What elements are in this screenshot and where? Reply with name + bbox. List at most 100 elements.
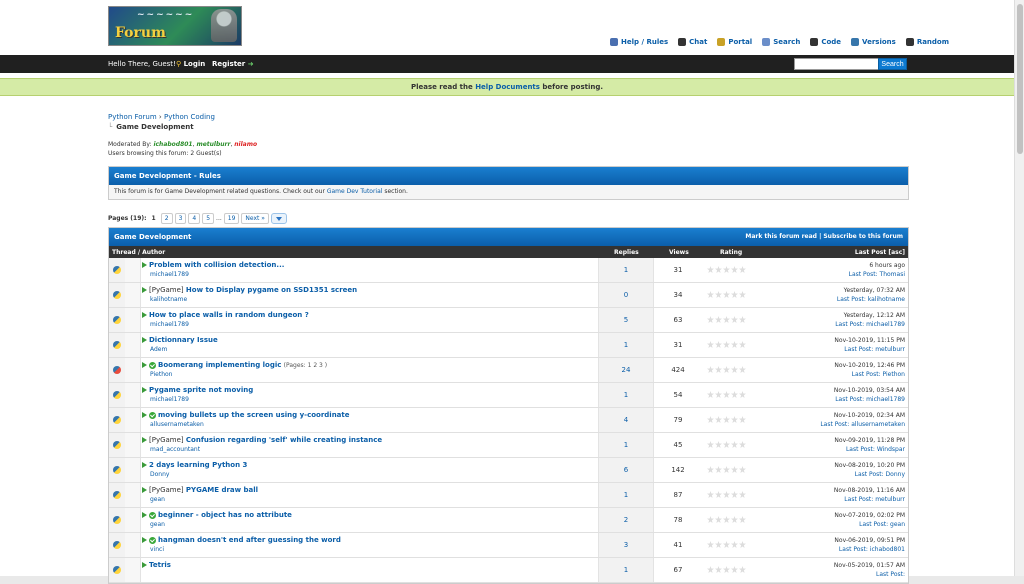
rating-star-icon[interactable] bbox=[715, 416, 722, 423]
new-posts-arrow-icon[interactable] bbox=[142, 462, 147, 468]
last-post-link[interactable]: Last Post: michael1789 bbox=[835, 321, 905, 328]
rating-star-icon[interactable] bbox=[707, 491, 714, 498]
rating-star-icon[interactable] bbox=[731, 516, 738, 523]
page-jump-dropdown-icon[interactable] bbox=[270, 213, 287, 224]
rating-star-icon[interactable] bbox=[707, 441, 714, 448]
last-post-link[interactable]: Last Post: Windspar bbox=[846, 446, 905, 453]
last-post-date[interactable]: Nov-10-2019, 03:54 AM bbox=[834, 387, 905, 394]
rating-star-icon[interactable] bbox=[715, 391, 722, 398]
thread-replies-link[interactable]: 1 bbox=[624, 441, 628, 449]
rating-star-icon[interactable] bbox=[707, 366, 714, 373]
rating-star-icon[interactable] bbox=[731, 441, 738, 448]
nav-search[interactable]: Search bbox=[762, 38, 800, 46]
thread-replies-link[interactable]: 24 bbox=[622, 366, 631, 374]
last-post-date[interactable]: Nov-06-2019, 09:51 PM bbox=[834, 537, 905, 544]
rating-star-icon[interactable] bbox=[731, 541, 738, 548]
rating-star-icon[interactable] bbox=[723, 391, 730, 398]
rating-star-icon[interactable] bbox=[731, 366, 738, 373]
nav-chat[interactable]: Chat bbox=[678, 38, 707, 46]
rating-star-icon[interactable] bbox=[739, 366, 746, 373]
new-posts-arrow-icon[interactable] bbox=[142, 362, 147, 368]
rating-star-icon[interactable] bbox=[731, 266, 738, 273]
last-post-date[interactable]: Nov-07-2019, 02:02 PM bbox=[834, 512, 905, 519]
new-posts-arrow-icon[interactable] bbox=[142, 487, 147, 493]
last-post-link[interactable]: Last Post: allusernametaken bbox=[820, 421, 905, 428]
thread-author-link[interactable]: vinci bbox=[142, 546, 592, 553]
thread-replies-link[interactable]: 1 bbox=[624, 341, 628, 349]
thread-replies-link[interactable]: 1 bbox=[624, 391, 628, 399]
rating-star-icon[interactable] bbox=[723, 341, 730, 348]
thread-title-link[interactable]: Confusion regarding 'self' while creatin… bbox=[186, 436, 382, 444]
thread-title-link[interactable]: How to place walls in random dungeon ? bbox=[149, 311, 309, 319]
thread-pages[interactable]: (Pages: 1 2 3 ) bbox=[284, 362, 327, 369]
new-posts-arrow-icon[interactable] bbox=[142, 387, 147, 393]
last-post-date[interactable]: Nov-10-2019, 11:15 PM bbox=[834, 337, 905, 344]
last-post-date[interactable]: Nov-09-2019, 11:28 PM bbox=[834, 437, 905, 444]
thread-rating[interactable] bbox=[707, 316, 752, 323]
rating-star-icon[interactable] bbox=[715, 266, 722, 273]
last-post-link[interactable]: Last Post: Piethon bbox=[852, 371, 905, 378]
rating-star-icon[interactable] bbox=[715, 541, 722, 548]
breadcrumb-python-forum[interactable]: Python Forum bbox=[108, 113, 157, 121]
thread-rating[interactable] bbox=[707, 441, 752, 448]
rating-star-icon[interactable] bbox=[707, 341, 714, 348]
nav-help-rules[interactable]: Help / Rules bbox=[610, 38, 668, 46]
thread-title-link[interactable]: PYGAME draw ball bbox=[186, 486, 258, 494]
last-post-date[interactable]: Yesterday, 12:12 AM bbox=[844, 312, 905, 319]
rating-star-icon[interactable] bbox=[715, 291, 722, 298]
rating-star-icon[interactable] bbox=[723, 466, 730, 473]
thread-author-link[interactable]: Adem bbox=[142, 346, 592, 353]
rating-star-icon[interactable] bbox=[715, 566, 722, 573]
rating-star-icon[interactable] bbox=[739, 341, 746, 348]
last-post-link[interactable]: Last Post: bbox=[876, 571, 905, 578]
new-posts-arrow-icon[interactable] bbox=[142, 312, 147, 318]
col-last-post[interactable]: Last Post [asc] bbox=[855, 249, 905, 256]
rating-star-icon[interactable] bbox=[739, 441, 746, 448]
thread-title-link[interactable]: 2 days learning Python 3 bbox=[149, 461, 247, 469]
rating-star-icon[interactable] bbox=[723, 491, 730, 498]
moderator-link[interactable]: ichabod801 bbox=[153, 141, 192, 148]
thread-rating[interactable] bbox=[707, 516, 752, 523]
rating-star-icon[interactable] bbox=[715, 316, 722, 323]
thread-title-link[interactable]: Dictionnary Issue bbox=[149, 336, 218, 344]
new-posts-arrow-icon[interactable] bbox=[142, 537, 147, 543]
thread-author-link[interactable]: gean bbox=[142, 496, 592, 503]
game-dev-tutorial-link[interactable]: Game Dev Tutorial bbox=[327, 188, 383, 195]
thread-title-link[interactable]: How to Display pygame on SSD1351 screen bbox=[186, 286, 357, 294]
breadcrumb-python-coding[interactable]: Python Coding bbox=[164, 113, 215, 121]
last-post-link[interactable]: Last Post: ichabod801 bbox=[839, 546, 905, 553]
thread-title-link[interactable]: Problem with collision detection... bbox=[149, 261, 284, 269]
thread-author-link[interactable]: kalihotname bbox=[142, 296, 592, 303]
rating-star-icon[interactable] bbox=[739, 266, 746, 273]
rating-star-icon[interactable] bbox=[739, 391, 746, 398]
thread-rating[interactable] bbox=[707, 566, 752, 573]
nav-code[interactable]: Code bbox=[810, 38, 841, 46]
rating-star-icon[interactable] bbox=[739, 291, 746, 298]
rating-star-icon[interactable] bbox=[731, 391, 738, 398]
last-post-date[interactable]: Nov-05-2019, 01:57 AM bbox=[834, 562, 905, 569]
col-replies[interactable]: Replies bbox=[614, 249, 639, 256]
rating-star-icon[interactable] bbox=[739, 466, 746, 473]
rating-star-icon[interactable] bbox=[707, 541, 714, 548]
rating-star-icon[interactable] bbox=[707, 266, 714, 273]
rating-star-icon[interactable] bbox=[723, 416, 730, 423]
rating-star-icon[interactable] bbox=[739, 516, 746, 523]
thread-replies-link[interactable]: 3 bbox=[624, 541, 628, 549]
thread-rating[interactable] bbox=[707, 366, 752, 373]
last-post-link[interactable]: Last Post: metulburr bbox=[844, 346, 905, 353]
last-post-date[interactable]: Nov-08-2019, 11:16 AM bbox=[834, 487, 905, 494]
last-post-date[interactable]: Nov-10-2019, 12:46 PM bbox=[834, 362, 905, 369]
thread-replies-link[interactable]: 2 bbox=[624, 516, 628, 524]
rating-star-icon[interactable] bbox=[723, 291, 730, 298]
thread-replies-link[interactable]: 1 bbox=[624, 266, 628, 274]
login-link[interactable]: ⚲ Login bbox=[176, 60, 205, 68]
thread-rating[interactable] bbox=[707, 341, 752, 348]
thread-rating[interactable] bbox=[707, 391, 752, 398]
thread-replies-link[interactable]: 4 bbox=[624, 416, 628, 424]
last-post-date[interactable]: Nov-08-2019, 10:20 PM bbox=[834, 462, 905, 469]
page-scrollbar[interactable] bbox=[1014, 0, 1024, 576]
moderator-link[interactable]: nilamo bbox=[234, 141, 257, 148]
rating-star-icon[interactable] bbox=[739, 416, 746, 423]
rating-star-icon[interactable] bbox=[707, 566, 714, 573]
new-posts-arrow-icon[interactable] bbox=[142, 287, 147, 293]
